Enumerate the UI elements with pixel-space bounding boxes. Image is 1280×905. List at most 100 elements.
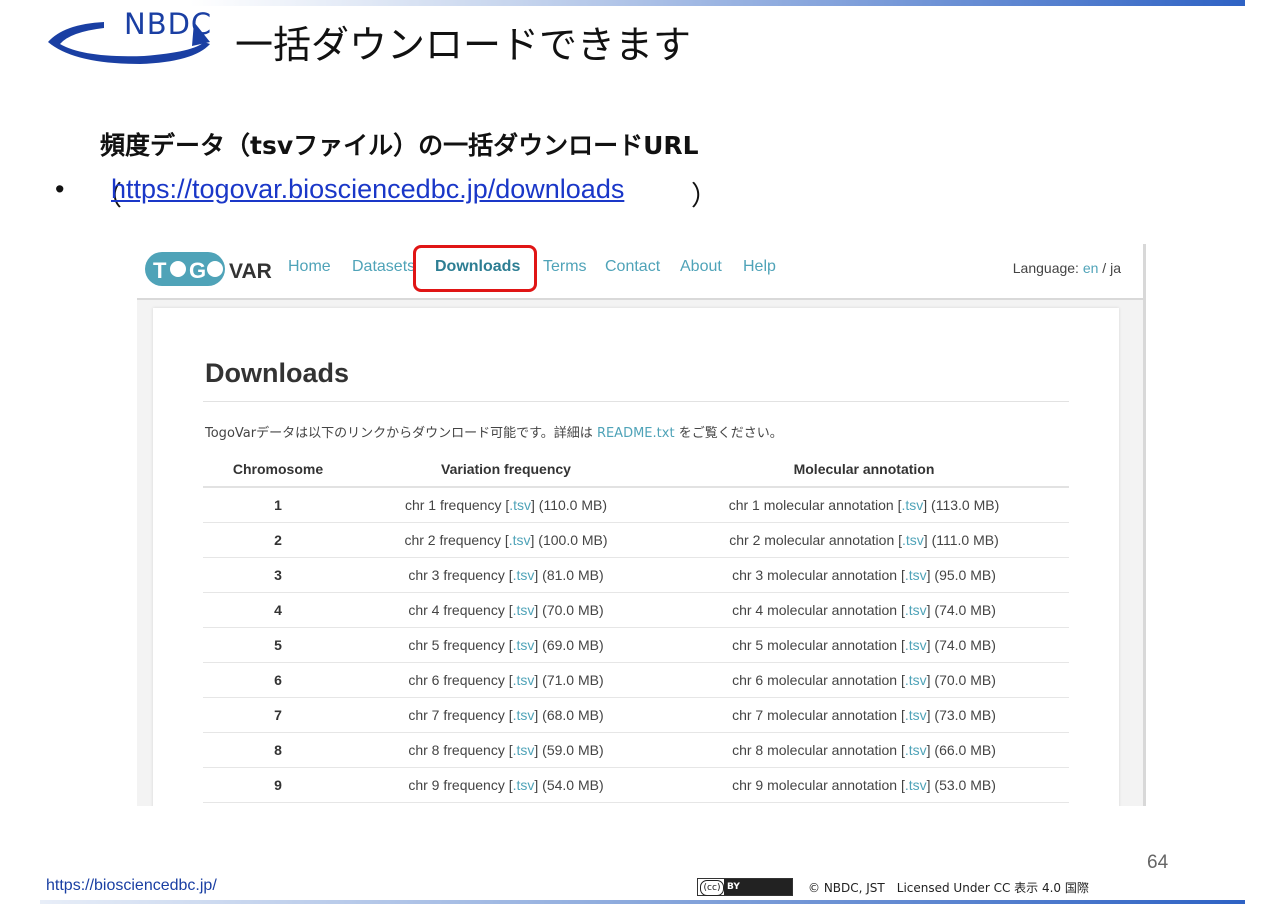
annotation-tsv-link[interactable]: .tsv — [905, 602, 927, 618]
annotation-tsv-link[interactable]: .tsv — [901, 497, 923, 513]
downloads-page-title: Downloads — [205, 358, 350, 388]
annotation-label: chr 3 molecular annotation [ — [732, 567, 905, 583]
annotation-tsv-link[interactable]: .tsv — [905, 672, 927, 688]
frequency-tsv-link[interactable]: .tsv — [513, 637, 535, 653]
page-number: 64 — [1147, 852, 1169, 873]
frequency-tsv-link[interactable]: .tsv — [513, 742, 535, 758]
frequency-tsv-link[interactable]: .tsv — [509, 497, 531, 513]
togovar-navbar: T G VAR Home Datasets Downloads Terms Co… — [137, 244, 1143, 300]
nav-about[interactable]: About — [680, 258, 722, 276]
nav-help[interactable]: Help — [743, 258, 776, 276]
frequency-tsv-link[interactable]: .tsv — [513, 777, 535, 793]
title-divider — [203, 401, 1069, 402]
lang-ja-link[interactable]: ja — [1110, 260, 1121, 276]
chromosome-cell: 6 — [203, 662, 353, 698]
frequency-tsv-link[interactable]: .tsv — [513, 567, 535, 583]
license-text: © NBDC, JST Licensed Under CC 表示 4.0 国際 — [808, 881, 1089, 895]
chromosome-cell: 9 — [203, 767, 353, 803]
annotation-size: ] (53.0 MB) — [926, 777, 996, 793]
paren-close: ） — [691, 181, 718, 211]
svg-text:T: T — [153, 258, 167, 283]
lang-en-link[interactable]: en — [1083, 260, 1099, 276]
downloads-url-link[interactable]: https://togovar.biosciencedbc.jp/downloa… — [111, 174, 624, 205]
downloads-description: TogoVarデータは以下のリンクからダウンロード可能です。詳細は README… — [205, 422, 783, 441]
chromosome-cell: 1 — [203, 487, 353, 523]
footer-url-link[interactable]: https://biosciencedbc.jp/ — [46, 877, 217, 895]
table-row: 9 chr 9 frequency [.tsv] (54.0 MB) chr 9 m… — [203, 767, 1069, 803]
frequency-cell: chr 5 frequency [.tsv] (69.0 MB) — [353, 627, 659, 663]
frequency-cell: chr 7 frequency [.tsv] (68.0 MB) — [353, 697, 659, 733]
col-header-molecular-annotation: Molecular annotation — [659, 452, 1069, 488]
table-row: 7 chr 7 frequency [.tsv] (68.0 MB) chr 7 m… — [203, 697, 1069, 733]
nav-contact[interactable]: Contact — [605, 258, 660, 276]
frequency-label: chr 8 frequency [ — [408, 742, 513, 758]
annotation-cell: chr 9 molecular annotation [.tsv] (53.0 … — [659, 767, 1069, 803]
annotation-tsv-link[interactable]: .tsv — [905, 707, 927, 723]
frequency-cell: chr 6 frequency [.tsv] (71.0 MB) — [353, 662, 659, 698]
bullet-dot: • — [55, 174, 65, 204]
annotation-size: ] (113.0 MB) — [923, 497, 1000, 513]
annotation-tsv-link[interactable]: .tsv — [905, 742, 927, 758]
frequency-label: chr 2 frequency [ — [404, 532, 509, 548]
chromosome-cell: 5 — [203, 627, 353, 663]
frequency-label: chr 6 frequency [ — [408, 672, 513, 688]
downloads-card: Downloads TogoVarデータは以下のリンクからダウンロード可能です。… — [153, 308, 1119, 806]
annotation-tsv-link[interactable]: .tsv — [905, 637, 927, 653]
frequency-label: chr 5 frequency [ — [408, 637, 513, 653]
by-icon: BY — [724, 879, 792, 895]
downloads-table: Chromosome Variation frequency Molecular… — [203, 452, 1069, 803]
annotation-tsv-link[interactable]: .tsv — [905, 567, 927, 583]
subtitle: 頻度データ（tsvファイル）の一括ダウンロードURL — [100, 131, 699, 160]
downloads-highlight-box — [413, 245, 537, 292]
table-row: 6 chr 6 frequency [.tsv] (71.0 MB) chr 6 m… — [203, 662, 1069, 698]
annotation-label: chr 7 molecular annotation [ — [732, 707, 905, 723]
lang-separator: / — [1098, 260, 1111, 276]
table-row: 5 chr 5 frequency [.tsv] (69.0 MB) chr 5 m… — [203, 627, 1069, 663]
frequency-cell: chr 9 frequency [.tsv] (54.0 MB) — [353, 767, 659, 803]
annotation-label: chr 1 molecular annotation [ — [728, 497, 902, 513]
annotation-cell: chr 1 molecular annotation [.tsv] (113.0… — [659, 487, 1069, 523]
frequency-size: ] (110.0 MB) — [531, 497, 608, 513]
nav-home[interactable]: Home — [288, 258, 331, 276]
frequency-size: ] (54.0 MB) — [534, 777, 604, 793]
language-label: Language: — [1012, 260, 1083, 276]
table-row: 2 chr 2 frequency [.tsv] (100.0 MB) chr 2 … — [203, 522, 1069, 558]
annotation-size: ] (95.0 MB) — [926, 567, 996, 583]
table-row: 8 chr 8 frequency [.tsv] (59.0 MB) chr 8 m… — [203, 732, 1069, 768]
frequency-label: chr 7 frequency [ — [408, 707, 513, 723]
frequency-tsv-link[interactable]: .tsv — [509, 532, 531, 548]
frequency-size: ] (69.0 MB) — [534, 637, 604, 653]
readme-link[interactable]: README.txt — [597, 426, 675, 441]
nbdc-logo: NBDC — [44, 2, 214, 64]
frequency-tsv-link[interactable]: .tsv — [513, 602, 535, 618]
frequency-size: ] (59.0 MB) — [534, 742, 604, 758]
chromosome-cell: 3 — [203, 557, 353, 593]
frequency-tsv-link[interactable]: .tsv — [513, 707, 535, 723]
logo-text: NBDC — [124, 7, 213, 41]
annotation-size: ] (70.0 MB) — [926, 672, 996, 688]
header-gradient-line — [190, 0, 1245, 6]
frequency-label: chr 1 frequency [ — [404, 497, 510, 513]
annotation-label: chr 4 molecular annotation [ — [732, 602, 905, 618]
annotation-tsv-link[interactable]: .tsv — [902, 532, 924, 548]
annotation-size: ] (74.0 MB) — [926, 637, 996, 653]
nav-terms[interactable]: Terms — [543, 258, 587, 276]
annotation-label: chr 9 molecular annotation [ — [732, 777, 905, 793]
annotation-tsv-link[interactable]: .tsv — [905, 777, 927, 793]
annotation-label: chr 6 molecular annotation [ — [732, 672, 905, 688]
frequency-cell: chr 3 frequency [.tsv] (81.0 MB) — [353, 557, 659, 593]
svg-text:VAR: VAR — [229, 260, 272, 283]
col-header-chromosome: Chromosome — [203, 452, 353, 488]
nav-datasets[interactable]: Datasets — [352, 258, 415, 276]
frequency-cell: chr 8 frequency [.tsv] (59.0 MB) — [353, 732, 659, 768]
chromosome-cell: 8 — [203, 732, 353, 768]
annotation-label: chr 5 molecular annotation [ — [732, 637, 905, 653]
frequency-label: chr 3 frequency [ — [408, 567, 513, 583]
frequency-tsv-link[interactable]: .tsv — [513, 672, 535, 688]
togovar-logo[interactable]: T G VAR — [145, 248, 275, 290]
chromosome-cell: 4 — [203, 592, 353, 628]
annotation-label: chr 2 molecular annotation [ — [729, 532, 903, 548]
frequency-label: chr 9 frequency [ — [408, 777, 513, 793]
frequency-size: ] (71.0 MB) — [534, 672, 604, 688]
frequency-size: ] (100.0 MB) — [530, 532, 608, 548]
